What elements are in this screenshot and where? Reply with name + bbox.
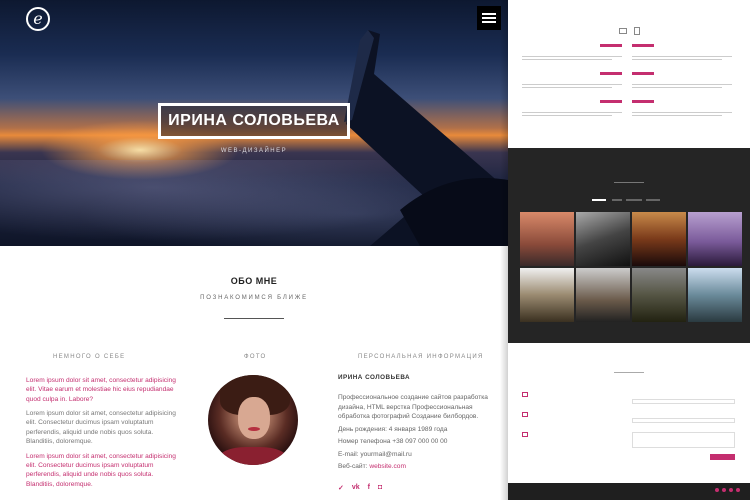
website-row: Веб-сайт: website.com	[338, 462, 488, 472]
portfolio-photo	[576, 268, 630, 322]
preview-filter	[612, 199, 622, 201]
preview-divider	[614, 182, 644, 183]
logo-icon[interactable]: e	[26, 7, 50, 31]
hero-title: ИРИНА СОЛОВЬЕВА	[158, 103, 350, 139]
menu-burger-icon[interactable]	[477, 6, 501, 30]
preview-contacts-section	[508, 343, 750, 483]
preview-entry	[632, 44, 732, 64]
portfolio-photo	[632, 268, 686, 322]
profile-photo	[208, 375, 298, 465]
about-heading: ОБО МНЕ	[230, 276, 278, 286]
preview-filter	[646, 199, 660, 201]
portfolio-photo	[688, 268, 742, 322]
page-preview-thumbnail	[508, 0, 750, 500]
col-personal-title: ПЕРСОНАЛЬНАЯ ИНФОРМАЦИЯ	[358, 354, 484, 360]
website-label: Веб-сайт:	[338, 463, 368, 471]
skills-text: Профессиональное создание сайтов разрабо…	[338, 394, 488, 421]
about-paragraph: Lorem ipsum dolor sit amet, consectetur …	[26, 410, 176, 446]
address-icon	[522, 392, 528, 397]
phone-text: Номер телефона +38 097 000 00 00	[338, 438, 448, 446]
hero-subtitle: WEB-ДИЗАЙНЕР	[220, 148, 288, 154]
phone-icon	[522, 412, 528, 417]
social-links: ✓ vk f ◘	[338, 484, 382, 492]
vk-icon[interactable]: vk	[352, 484, 360, 492]
preview-entry	[632, 72, 732, 92]
preview-message-field	[632, 432, 735, 448]
preview-divider	[614, 372, 644, 373]
book-icon	[634, 27, 640, 35]
about-paragraph: Lorem ipsum dolor sit amet, consectetur …	[26, 452, 176, 488]
email-text: E-mail: yourmail@mail.ru	[338, 450, 412, 458]
about-divider	[224, 318, 284, 319]
preview-email-field	[632, 418, 735, 423]
preview-filter	[626, 199, 642, 201]
main-page: e ИРИНА СОЛОВЬЕВА WEB-ДИЗАЙНЕР ОБО МНЕ П…	[0, 0, 508, 500]
briefcase-icon	[619, 28, 627, 34]
preview-name-field	[632, 399, 735, 404]
facebook-icon[interactable]: f	[368, 484, 370, 492]
hero-section: e ИРИНА СОЛОВЬЕВА WEB-ДИЗАЙНЕР	[0, 0, 508, 246]
about-subheading: ПОЗНАКОМИМСЯ БЛИЖЕ	[200, 295, 308, 301]
preview-send-button	[710, 454, 735, 460]
preview-entry	[522, 44, 622, 64]
email-icon	[522, 432, 528, 437]
website-link[interactable]: website.com	[369, 463, 406, 470]
about-paragraph: Lorem ipsum dolor sit amet, consectetur …	[26, 377, 176, 403]
page-shadow	[500, 0, 508, 500]
portfolio-photo	[520, 212, 574, 266]
portfolio-photo	[576, 212, 630, 266]
preview-entry	[522, 100, 622, 120]
portfolio-photo	[632, 212, 686, 266]
birthday-text: День рождения: 4 января 1989 года	[338, 425, 448, 433]
col-photo-title: ФОТО	[244, 354, 267, 360]
airplane-wing-image	[344, 30, 508, 246]
col-about-title: НЕМНОГО О СЕБЕ	[53, 354, 126, 360]
about-text: Lorem ipsum dolor sit amet, consectetur …	[26, 376, 176, 494]
instagram-icon[interactable]: ◘	[378, 484, 382, 492]
preview-entry	[632, 100, 732, 120]
preview-footer-social	[715, 488, 740, 492]
preview-footer	[508, 483, 750, 500]
personal-info: Профессиональное создание сайтов разрабо…	[338, 393, 488, 475]
twitter-icon[interactable]: ✓	[338, 484, 344, 492]
portfolio-photo	[688, 212, 742, 266]
portfolio-photo	[520, 268, 574, 322]
personal-name: ИРИНА СОЛОВЬЕВА	[338, 374, 411, 381]
preview-entry	[522, 72, 622, 92]
preview-filter	[592, 199, 606, 201]
